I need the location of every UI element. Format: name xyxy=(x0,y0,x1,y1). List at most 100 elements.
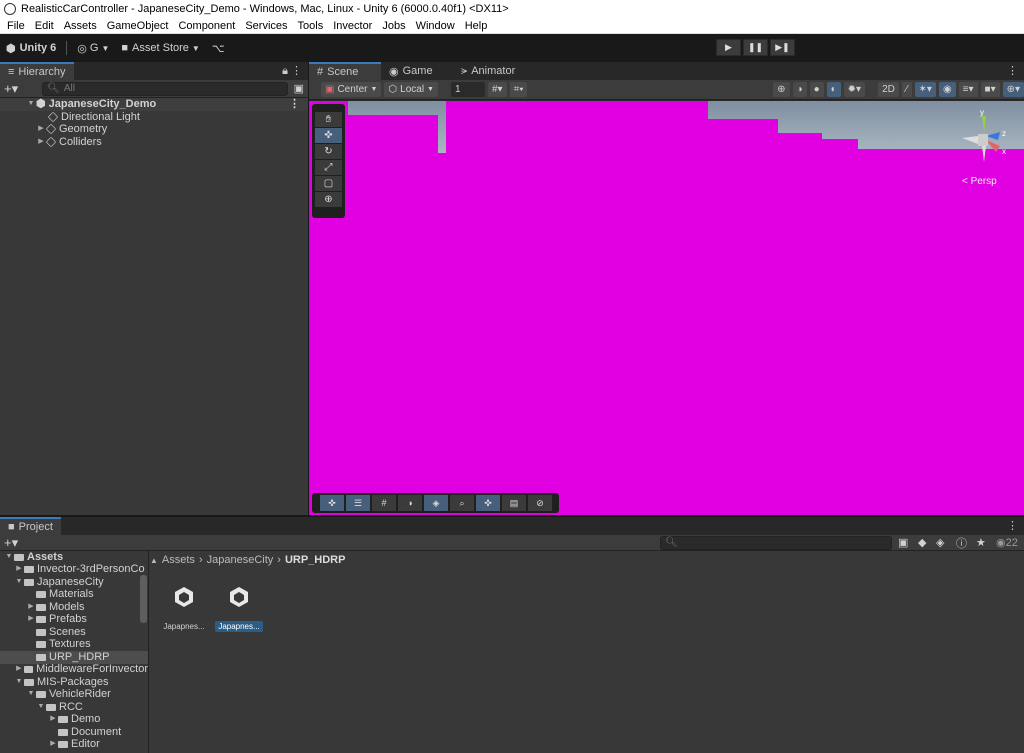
grid-snap-value[interactable]: 1 xyxy=(450,82,485,97)
expand-arrow-icon[interactable]: ▶ xyxy=(14,563,24,576)
tag-icon[interactable]: ◈ xyxy=(936,536,944,549)
folder-tree-scrollbar[interactable] xyxy=(140,575,147,623)
gizmo-neg-axis[interactable] xyxy=(982,146,986,162)
tab-project[interactable]: ■ Project xyxy=(0,517,61,535)
overlay-camera-button[interactable]: ▤ xyxy=(502,495,526,511)
folder-item[interactable]: ▼ JapaneseCity xyxy=(0,576,148,589)
pause-button[interactable]: ❚❚ xyxy=(743,39,768,56)
play-button[interactable]: ▶ xyxy=(716,39,741,56)
expand-arrow-icon[interactable]: ▶ xyxy=(26,613,36,626)
hand-tool-button[interactable]: ✋︎ xyxy=(315,112,342,127)
add-button[interactable]: +▾ xyxy=(4,81,18,97)
overlay-move-button[interactable]: ✜ xyxy=(476,495,500,511)
tab-animator[interactable]: ⪫ Animator xyxy=(453,62,523,80)
expand-arrow-icon[interactable]: ▶ xyxy=(26,601,36,614)
info-icon[interactable]: ⓘ xyxy=(956,535,967,551)
tab-scene[interactable]: # Scene xyxy=(309,62,381,80)
rect-tool-button[interactable]: ▢ xyxy=(315,176,342,191)
hierarchy-item[interactable]: ▶ Colliders xyxy=(0,136,308,149)
folder-item[interactable]: ▶ MiddlewareForInvector xyxy=(0,663,148,677)
audio-toggle[interactable]: ∕ xyxy=(901,82,912,97)
folder-item[interactable]: Scenes xyxy=(0,626,148,639)
hierarchy-item[interactable]: Directional Light xyxy=(0,111,308,124)
hierarchy-root-scene[interactable]: ▼ ⬢ JapaneseCity_Demo ⋮ xyxy=(0,98,308,111)
layers-toggle[interactable]: ≡▾ xyxy=(958,82,978,97)
star-icon[interactable]: ★ xyxy=(976,536,986,549)
panel-menu-icon[interactable]: ⋮ xyxy=(1007,519,1018,532)
shaded-button[interactable]: ◑ xyxy=(792,82,807,97)
overlay-sliders-button[interactable]: ☰ xyxy=(346,495,370,511)
expand-arrow-icon[interactable]: ▶ xyxy=(14,663,24,676)
folder-item[interactable]: ▶ Editor xyxy=(0,738,148,752)
expand-arrow-icon[interactable]: ▼ xyxy=(14,676,24,689)
expand-arrow-icon[interactable]: ▼ xyxy=(14,576,24,589)
breadcrumb-urp-hdrp[interactable]: URP_HDRP xyxy=(285,554,346,566)
folder-item[interactable]: ▶ Prefabs xyxy=(0,613,148,627)
project-search-input[interactable]: 🔍︎ xyxy=(660,535,892,550)
hidden-packages-toggle[interactable]: ◉22 xyxy=(996,536,1018,549)
hierarchy-search-input[interactable]: 🔍︎ All xyxy=(42,81,288,96)
breadcrumb-japanesecity[interactable]: JapaneseCity xyxy=(207,554,274,566)
panel-menu-icon[interactable]: 🔒︎ ⋮ xyxy=(282,64,302,78)
search-by-type-icon[interactable]: ▣ xyxy=(898,536,908,549)
overlay-search-button[interactable]: ⌕ xyxy=(450,495,474,511)
move-tool-button[interactable]: ✜ xyxy=(315,128,342,143)
rotate-tool-button[interactable]: ↻ xyxy=(315,144,342,159)
folder-item[interactable]: ▶ Invector-3rdPersonCo xyxy=(0,563,148,577)
overlay-layers-button[interactable]: ◈ xyxy=(424,495,448,511)
folder-item[interactable]: Textures xyxy=(0,638,148,652)
unity-version-button[interactable]: ⬢ Unity 6 xyxy=(0,38,62,58)
menu-edit[interactable]: Edit xyxy=(30,20,59,32)
menu-file[interactable]: File xyxy=(2,20,30,32)
folder-item-selected[interactable]: URP_HDRP xyxy=(0,651,148,664)
gizmo-center[interactable] xyxy=(978,134,988,146)
asset-store-button[interactable]: ■ Asset Store ▼ xyxy=(115,38,205,58)
gizmo-y-axis[interactable] xyxy=(982,116,986,134)
overlay-grid-button[interactable]: # xyxy=(372,495,396,511)
breadcrumb-assets[interactable]: Assets xyxy=(162,554,195,566)
menu-invector[interactable]: Invector xyxy=(328,20,377,32)
panel-menu-icon[interactable]: ⋮ xyxy=(1007,64,1018,77)
lighting-toggle[interactable]: ✹▾ xyxy=(843,82,866,97)
menu-window[interactable]: Window xyxy=(411,20,460,32)
transform-tool-button[interactable]: ⊕ xyxy=(315,192,342,207)
expand-arrow-icon[interactable]: ▼ xyxy=(36,701,46,714)
hierarchy-item[interactable]: ▶ Geometry xyxy=(0,123,308,136)
folder-item[interactable]: Materials xyxy=(0,588,148,602)
pivot-dropdown[interactable]: ▣ Center ▼ xyxy=(321,82,382,97)
asset-item[interactable]: Japapnes... xyxy=(158,586,210,632)
expand-arrow-icon[interactable]: ▶ xyxy=(36,123,46,136)
folder-item[interactable]: ▼ VehicleRider xyxy=(0,688,148,702)
expand-arrow-icon[interactable]: ▶ xyxy=(36,136,46,149)
menu-help[interactable]: Help xyxy=(460,20,493,32)
tab-game[interactable]: ◉ Game xyxy=(381,62,453,80)
menu-jobs[interactable]: Jobs xyxy=(377,20,410,32)
overlay-compass-button[interactable]: ⊘ xyxy=(528,495,552,511)
menu-gameobject[interactable]: GameObject xyxy=(102,20,174,32)
folder-item[interactable]: ▶ Demo xyxy=(0,713,148,727)
account-button[interactable]: ◎ G ▼ xyxy=(71,38,115,58)
gizmo-x-axis[interactable] xyxy=(986,140,1000,152)
expand-arrow-icon[interactable]: ▼ xyxy=(26,688,36,701)
folder-item[interactable]: ▶ Models xyxy=(0,601,148,614)
overlay-lighting-button[interactable]: ◑ xyxy=(398,495,422,511)
scale-tool-button[interactable]: ⤢ xyxy=(315,160,342,175)
draw-mode-button[interactable]: ⊕ xyxy=(773,82,790,97)
folder-item[interactable]: ▼ RCC xyxy=(0,701,148,714)
add-button[interactable]: +▾ xyxy=(4,535,18,551)
expand-arrow-icon[interactable]: ▶ xyxy=(48,713,58,726)
expand-arrow-icon[interactable]: ▶ xyxy=(48,738,58,751)
snap-increment-button[interactable]: ⌗▾ xyxy=(509,82,528,97)
tab-hierarchy[interactable]: ≡ Hierarchy xyxy=(0,62,74,80)
space-dropdown[interactable]: ⬡ Local ▼ xyxy=(384,82,438,97)
menu-component[interactable]: Component xyxy=(173,20,240,32)
expand-arrow-icon[interactable]: ▼ xyxy=(26,98,36,111)
menu-assets[interactable]: Assets xyxy=(59,20,102,32)
search-by-label-icon[interactable]: ◆ xyxy=(918,536,926,549)
menu-tools[interactable]: Tools xyxy=(293,20,329,32)
kebab-menu-icon[interactable]: ⋮ xyxy=(289,98,300,111)
lit-button[interactable]: ◐ xyxy=(826,82,841,97)
step-button[interactable]: ▶❚ xyxy=(770,39,795,56)
breadcrumb-up-icon[interactable]: ▲ xyxy=(150,556,158,565)
folder-item[interactable]: ▼ Assets xyxy=(0,551,148,564)
